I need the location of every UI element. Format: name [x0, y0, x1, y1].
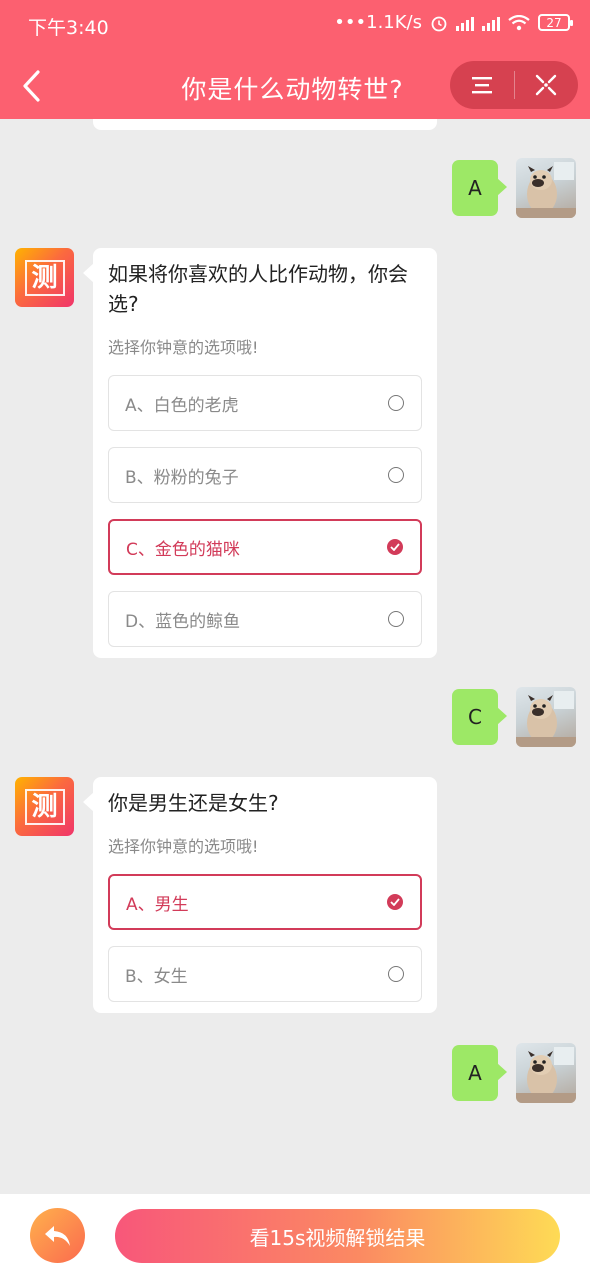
unlock-result-button[interactable]: 看15s视频解锁结果	[115, 1209, 560, 1263]
question-text: 你是男生还是女生?	[108, 791, 279, 815]
option-label: C、金色的猫咪	[126, 539, 240, 560]
mini-program-capsule	[450, 61, 578, 109]
menu-icon	[471, 77, 492, 94]
question-card: 你是男生还是女生? 选择你钟意的选项哦! A、男生 B、女生	[83, 777, 437, 1013]
option-label: B、女生	[125, 966, 188, 987]
bot-avatar: 测	[15, 248, 74, 307]
status-bar: 下午3:40 •••1.1K/s 27	[0, 0, 590, 50]
top-bar: 下午3:40 •••1.1K/s 27 你是什么动物转世?	[0, 0, 590, 119]
option-a[interactable]: A、男生	[108, 874, 422, 930]
signal-icon-2	[482, 15, 500, 31]
close-button[interactable]	[515, 61, 579, 109]
alarm-icon	[431, 16, 447, 31]
bot-avatar-label: 测	[24, 259, 65, 296]
wifi-icon	[508, 14, 530, 30]
radio-icon	[388, 611, 404, 627]
bottom-bar: 看15s视频解锁结果	[0, 1194, 590, 1278]
radio-icon	[388, 467, 404, 483]
option-a[interactable]: A、白色的老虎	[108, 375, 422, 431]
reply-bubble: A	[452, 1045, 507, 1101]
user-avatar[interactable]	[516, 158, 576, 218]
signal-icon	[456, 15, 474, 31]
unlock-result-label: 看15s视频解锁结果	[249, 1225, 426, 1250]
user-avatar[interactable]	[516, 1043, 576, 1103]
menu-button[interactable]	[450, 61, 514, 109]
reply-bubble: A	[452, 160, 507, 216]
network-speed: •••1.1K/s	[334, 12, 422, 33]
radio-checked-icon	[387, 894, 403, 910]
question-hint: 选择你钟意的选项哦!	[108, 338, 259, 357]
radio-icon	[388, 966, 404, 982]
chat-area[interactable]: A 测 如果将你喜欢的人比作动物，你会选? 选择你钟意的选项哦! A、白色的老虎…	[0, 119, 590, 1194]
radio-icon	[388, 395, 404, 411]
bot-avatar-label: 测	[24, 788, 65, 825]
option-label: B、粉粉的兔子	[125, 467, 239, 488]
pug-avatar-image	[516, 691, 576, 747]
battery-icon: 27	[538, 14, 573, 31]
option-b[interactable]: B、粉粉的兔子	[108, 447, 422, 503]
close-icon	[536, 74, 557, 96]
reply-text: A	[468, 1061, 482, 1085]
reply-text: C	[468, 705, 482, 729]
option-label: A、白色的老虎	[125, 395, 239, 416]
undo-button[interactable]	[30, 1208, 85, 1263]
option-b[interactable]: B、女生	[108, 946, 422, 1002]
question-hint: 选择你钟意的选项哦!	[108, 837, 259, 856]
status-time: 下午3:40	[28, 17, 109, 39]
previous-question-card	[93, 119, 437, 130]
bot-avatar: 测	[15, 777, 74, 836]
option-d[interactable]: D、蓝色的鲸鱼	[108, 591, 422, 647]
reply-bubble: C	[452, 689, 507, 745]
option-label: D、蓝色的鲸鱼	[125, 611, 241, 632]
pug-avatar-image	[516, 162, 576, 218]
option-c[interactable]: C、金色的猫咪	[108, 519, 422, 575]
user-avatar[interactable]	[516, 687, 576, 747]
reply-text: A	[468, 176, 482, 200]
undo-icon	[44, 1225, 70, 1246]
pug-avatar-image	[516, 1047, 576, 1103]
option-label: A、男生	[126, 894, 189, 915]
question-text: 如果将你喜欢的人比作动物，你会选?	[108, 262, 408, 316]
radio-checked-icon	[387, 539, 403, 555]
question-card: 如果将你喜欢的人比作动物，你会选? 选择你钟意的选项哦! A、白色的老虎 B、粉…	[83, 248, 437, 658]
status-indicators: •••1.1K/s 27	[334, 12, 573, 33]
